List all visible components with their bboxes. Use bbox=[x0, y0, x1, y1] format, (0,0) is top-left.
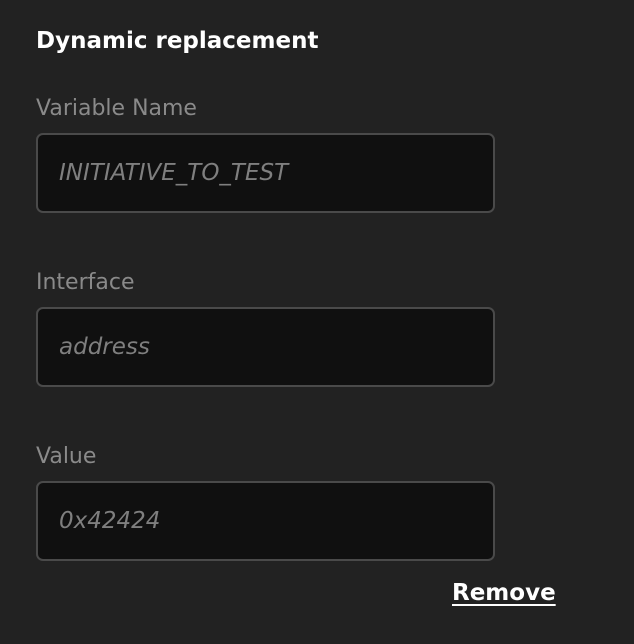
interface-input[interactable] bbox=[36, 307, 495, 387]
section-title: Dynamic replacement bbox=[36, 28, 319, 54]
interface-label: Interface bbox=[36, 270, 135, 295]
variable-name-label: Variable Name bbox=[36, 96, 197, 121]
value-label: Value bbox=[36, 444, 97, 469]
dynamic-replacement-panel: Dynamic replacement Variable Name Interf… bbox=[0, 0, 634, 644]
variable-name-input[interactable] bbox=[36, 133, 495, 213]
value-input[interactable] bbox=[36, 481, 495, 561]
remove-link[interactable]: Remove bbox=[452, 578, 556, 608]
